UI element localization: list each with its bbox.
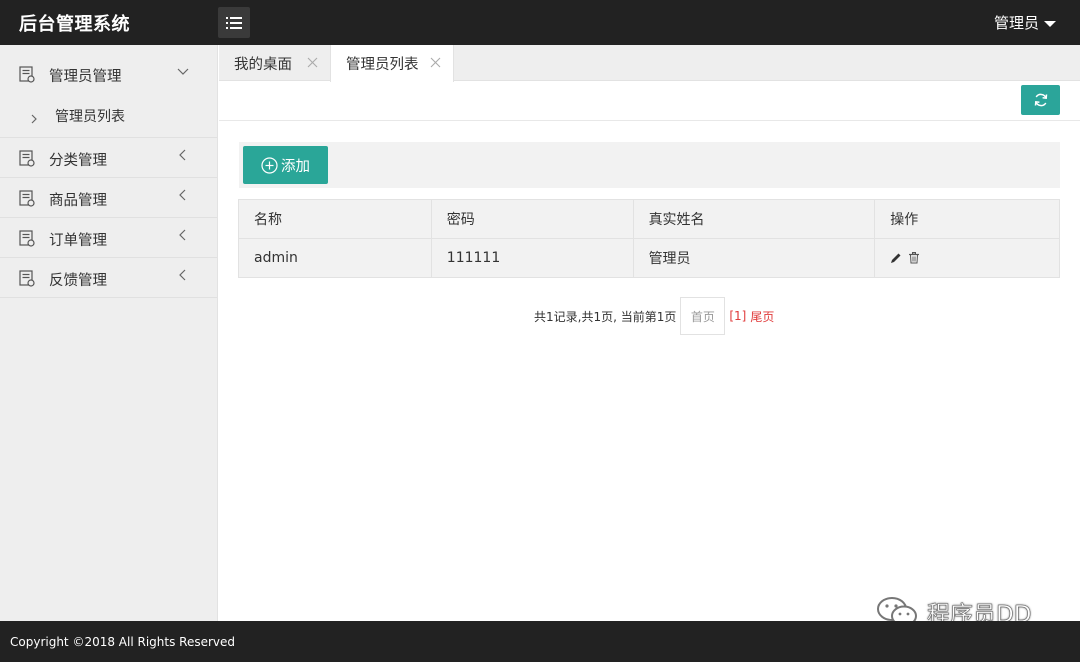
- column-header-actions: 操作: [874, 199, 1060, 239]
- current-page: [1]: [729, 309, 747, 323]
- sidebar-item-order-management[interactable]: 订单管理: [0, 218, 217, 258]
- trash-icon: [909, 252, 920, 264]
- document-icon: [19, 230, 35, 247]
- table-row: admin 111111 管理员: [238, 238, 1060, 278]
- cell-actions: [874, 238, 1060, 278]
- caret-down-icon: [1044, 20, 1056, 27]
- document-icon: [19, 150, 35, 167]
- cell-real-name: 管理员: [632, 238, 876, 278]
- refresh-button[interactable]: [1021, 85, 1060, 115]
- sidebar-subitem-label: 管理员列表: [55, 109, 125, 125]
- tab-label: 我的桌面: [234, 56, 292, 73]
- sidebar-item-admin-management[interactable]: 管理员管理 管理员列表: [0, 45, 217, 138]
- column-header-password: 密码: [430, 199, 634, 239]
- document-icon: [19, 66, 35, 83]
- content-toolbar: [219, 82, 1080, 121]
- chevron-left-icon: [179, 229, 186, 241]
- tab-admin-list[interactable]: 管理员列表: [330, 45, 454, 82]
- tab-label: 管理员列表: [346, 57, 419, 73]
- sidebar-subitem-admin-list[interactable]: 管理员列表: [0, 101, 217, 138]
- column-header-real-name: 真实姓名: [632, 199, 876, 239]
- sidebar-item-category-management[interactable]: 分类管理: [0, 138, 217, 178]
- close-icon[interactable]: [307, 57, 318, 68]
- user-name: 管理员: [993, 14, 1039, 32]
- sidebar-item-feedback-management[interactable]: 反馈管理: [0, 258, 217, 298]
- delete-button[interactable]: [908, 252, 920, 264]
- tab-my-desktop[interactable]: 我的桌面: [219, 45, 330, 81]
- sidebar-item-label: 分类管理: [49, 153, 107, 169]
- menu-toggle-button[interactable]: [218, 7, 250, 38]
- first-page-link[interactable]: 首页: [680, 297, 726, 335]
- add-button-label: 添加: [281, 158, 310, 175]
- cell-name: admin: [238, 238, 432, 278]
- sidebar-item-label: 反馈管理: [49, 273, 107, 289]
- document-icon: [19, 270, 35, 287]
- app-logo: 后台管理系统: [19, 14, 130, 35]
- top-header: 后台管理系统 管理员: [0, 0, 1080, 45]
- sidebar-item-label: 订单管理: [49, 233, 107, 249]
- sidebar-item-label: 商品管理: [49, 193, 107, 209]
- chevron-down-icon: [177, 68, 189, 75]
- pagination: 共1记录,共1页, 当前第1页 首页 [1] 尾页: [534, 297, 774, 335]
- table-header-row: 名称 密码 真实姓名 操作: [238, 199, 1060, 239]
- last-page-link[interactable]: 尾页: [750, 308, 774, 325]
- refresh-icon: [1034, 93, 1047, 107]
- hamburger-icon: [226, 16, 242, 29]
- admin-table: 名称 密码 真实姓名 操作 admin 111111 管理员: [238, 199, 1060, 278]
- chevron-left-icon: [179, 189, 186, 201]
- column-header-name: 名称: [238, 199, 432, 239]
- tab-bar: 我的桌面 管理员列表: [219, 45, 1080, 82]
- user-menu[interactable]: 管理员: [994, 12, 1056, 33]
- chevron-left-icon: [179, 149, 186, 161]
- document-icon: [19, 190, 35, 207]
- add-button[interactable]: 添加: [243, 146, 328, 184]
- copyright-text: Copyright ©2018 All Rights Reserved: [10, 635, 236, 649]
- action-bar: 添加: [239, 142, 1060, 188]
- chevron-left-icon: [179, 269, 186, 281]
- sidebar-item-product-management[interactable]: 商品管理: [0, 178, 217, 218]
- sidebar-item-label: 管理员管理: [49, 69, 122, 85]
- edit-button[interactable]: [890, 252, 902, 264]
- sidebar: 管理员管理 管理员列表 分类管理 商品管理 订单管理 反馈管理: [0, 45, 218, 621]
- pencil-icon: [891, 253, 901, 263]
- chevron-right-icon: [31, 114, 37, 124]
- cell-password: 111111: [430, 238, 634, 278]
- footer: Copyright ©2018 All Rights Reserved: [0, 621, 1080, 662]
- close-icon[interactable]: [430, 57, 441, 68]
- pagination-summary: 共1记录,共1页, 当前第1页: [534, 309, 677, 324]
- plus-circle-icon: [261, 156, 278, 174]
